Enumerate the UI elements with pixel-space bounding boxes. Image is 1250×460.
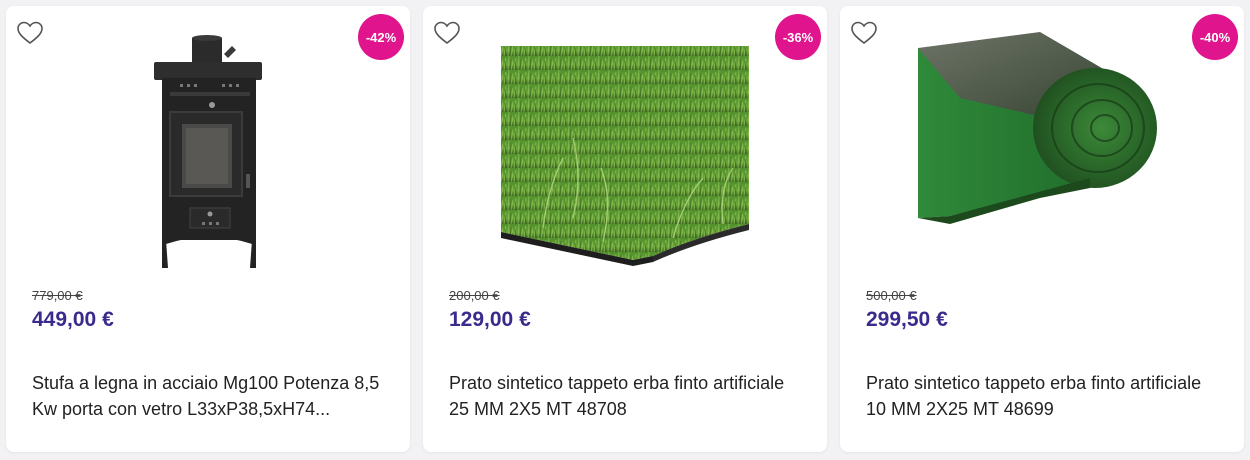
- product-grid: -42% 779,00 € 449,00 € Stufa a legna in …: [0, 0, 1250, 460]
- sale-price: 299,50 €: [866, 308, 948, 331]
- product-title[interactable]: Prato sintetico tappeto erba finto artif…: [866, 370, 1226, 422]
- product-image-artificial-grass-tile[interactable]: [423, 28, 827, 278]
- product-card[interactable]: -36% 200,00 € 129,00 € Prato sintetico t…: [423, 6, 827, 452]
- original-price: 779,00 €: [32, 288, 83, 303]
- original-price: 200,00 €: [449, 288, 500, 303]
- product-card[interactable]: -42% 779,00 € 449,00 € Stufa a legna in …: [6, 6, 410, 452]
- product-title[interactable]: Stufa a legna in acciaio Mg100 Potenza 8…: [32, 370, 392, 422]
- sale-price: 449,00 €: [32, 308, 114, 331]
- product-image-artificial-grass-roll[interactable]: [840, 28, 1244, 278]
- sale-price: 129,00 €: [449, 308, 531, 331]
- product-image-wood-stove[interactable]: [6, 28, 410, 278]
- product-title[interactable]: Prato sintetico tappeto erba finto artif…: [449, 370, 809, 422]
- product-card[interactable]: -40% 500,00 € 299,50 € Prato sintetico t…: [840, 6, 1244, 452]
- original-price: 500,00 €: [866, 288, 917, 303]
